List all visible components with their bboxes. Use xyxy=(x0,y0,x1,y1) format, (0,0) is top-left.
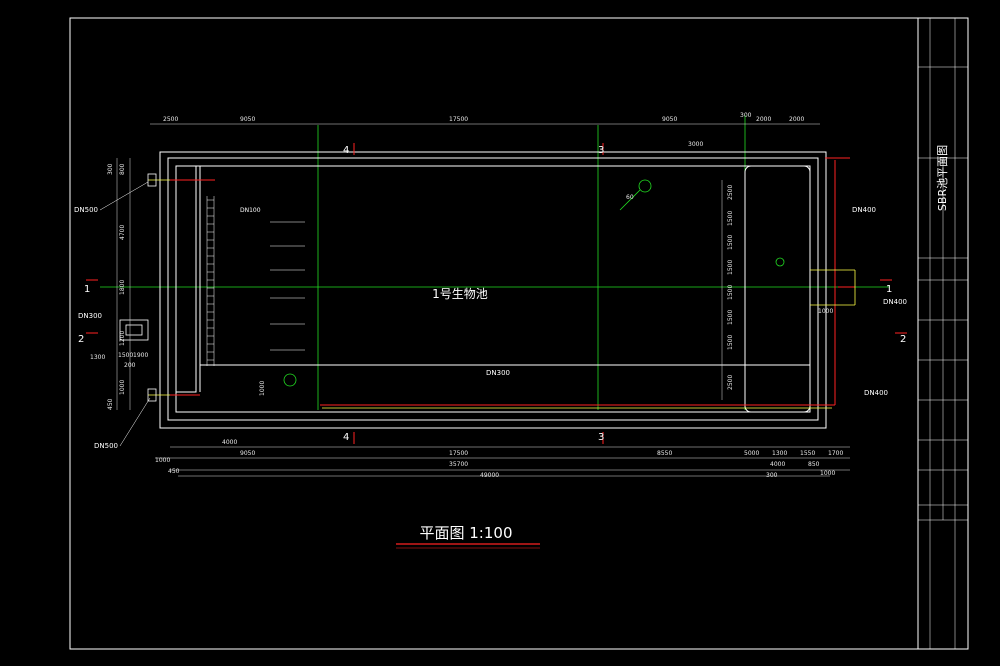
dim-right-7: 1500 xyxy=(727,335,734,350)
dim-top-7: 2000 xyxy=(789,116,804,123)
dim-bottom-c3: 300 xyxy=(766,472,778,479)
dim-top-1: 2500 xyxy=(163,116,178,123)
pipe-label-dn400-bottom-right: DN400 xyxy=(864,389,888,397)
baffle-ladder xyxy=(206,196,215,366)
section-lines xyxy=(100,115,890,410)
section-mark-3-bottom: 3 xyxy=(598,432,604,443)
title-block: SBR池平面图 xyxy=(917,18,968,649)
dim-bottom-8: 4000 xyxy=(770,461,785,468)
dim-left-8: 1500 xyxy=(118,352,133,359)
dim-left-11: 450 xyxy=(107,398,114,410)
dim-left-7: 1900 xyxy=(133,352,148,359)
dim-left-1: 300 xyxy=(107,163,114,175)
section-markers: 4 3 4 3 1 2 1 2 xyxy=(78,143,907,444)
section-mark-1-left: 1 xyxy=(84,284,90,295)
drawing-canvas: SBR池平面图 4 3 4 3 1 2 1 2 2500 9050 17500 … xyxy=(0,0,1000,666)
dim-top-4: 9050 xyxy=(662,116,677,123)
dim-left-5: 1200 xyxy=(119,331,126,346)
dim-right-9: 1000 xyxy=(818,308,833,315)
dim-left-6: 1300 xyxy=(90,354,105,361)
dim-right-4: 1500 xyxy=(727,260,734,275)
dim-top-2: 9050 xyxy=(240,116,255,123)
pool-name: 1号生物池 xyxy=(432,287,488,301)
red-pipes xyxy=(170,157,855,406)
dim-bottom-7: 1700 xyxy=(828,450,843,457)
dim-left-10: 1000 xyxy=(119,380,126,395)
section-mark-2-right: 2 xyxy=(900,334,906,345)
dim-bottom-2: 9050 xyxy=(240,450,255,457)
dim-right-3: 1500 xyxy=(727,235,734,250)
dim-top-3: 17500 xyxy=(449,116,468,123)
dim-right-6: 1500 xyxy=(727,310,734,325)
section-mark-3-top: 3 xyxy=(598,145,604,156)
dim-bottom-6: 1300 xyxy=(772,450,787,457)
dim-bottom-c1: 1000 xyxy=(155,457,170,464)
dim-right-2: 1500 xyxy=(727,211,734,226)
sheet-border xyxy=(69,17,969,650)
dim-bottom-1: 4000 xyxy=(222,439,237,446)
dim-right-8: 2500 xyxy=(727,375,734,390)
dim-bottom-9: 1550 xyxy=(800,450,815,457)
pipe-label-dn100: DN100 xyxy=(240,207,261,214)
dim-left-4: 1800 xyxy=(119,280,126,295)
sheet-title: SBR池平面图 xyxy=(936,145,949,211)
pipe-label-dn400-top-right: DN400 xyxy=(852,206,876,214)
dim-left-12: 1000 xyxy=(259,381,266,396)
dim-left-2: 800 xyxy=(119,163,126,175)
section-mark-4-bottom: 4 xyxy=(343,432,349,443)
angle-label: 60 xyxy=(626,194,634,201)
dim-top-8: 3000 xyxy=(688,141,703,148)
dim-left-9: 200 xyxy=(124,362,136,369)
dim-bottom-5: 5000 xyxy=(744,450,759,457)
dim-bottom-c5: 1000 xyxy=(820,470,835,477)
dim-bottom-4: 8550 xyxy=(657,450,672,457)
pipe-label-dn400-mid-right: DN400 xyxy=(883,298,907,306)
valve-symbols xyxy=(283,179,785,387)
dim-right-5: 1500 xyxy=(727,285,734,300)
section-mark-4-top: 4 xyxy=(343,145,349,156)
pipe-label-dn300-left: DN300 xyxy=(78,312,102,320)
dim-right-1: 2500 xyxy=(727,185,734,200)
dim-bottom-c4: 850 xyxy=(808,461,820,468)
pipe-label-dn500-top: DN500 xyxy=(74,206,98,214)
pipe-label-dn300-bottom: DN300 xyxy=(486,369,510,377)
dim-bottom-c2: 35700 xyxy=(449,461,468,468)
dim-left-3: 4700 xyxy=(119,225,126,240)
section-mark-2-left: 2 xyxy=(78,334,84,345)
dim-bottom-3: 17500 xyxy=(449,450,468,457)
dim-top-6: 2000 xyxy=(756,116,771,123)
section-mark-1-right: 1 xyxy=(886,284,892,295)
pipe-label-dn500-bottom: DN500 xyxy=(94,442,118,450)
dim-top-5: 300 xyxy=(740,112,752,119)
dim-bottom-c7: 450 xyxy=(168,468,180,475)
drawing-title: 平面图 1:100 xyxy=(420,524,513,542)
dim-bottom-c6: 49000 xyxy=(480,472,499,479)
flow-arrows xyxy=(270,221,305,351)
cad-drawing: SBR池平面图 4 3 4 3 1 2 1 2 2500 9050 17500 … xyxy=(69,17,969,650)
